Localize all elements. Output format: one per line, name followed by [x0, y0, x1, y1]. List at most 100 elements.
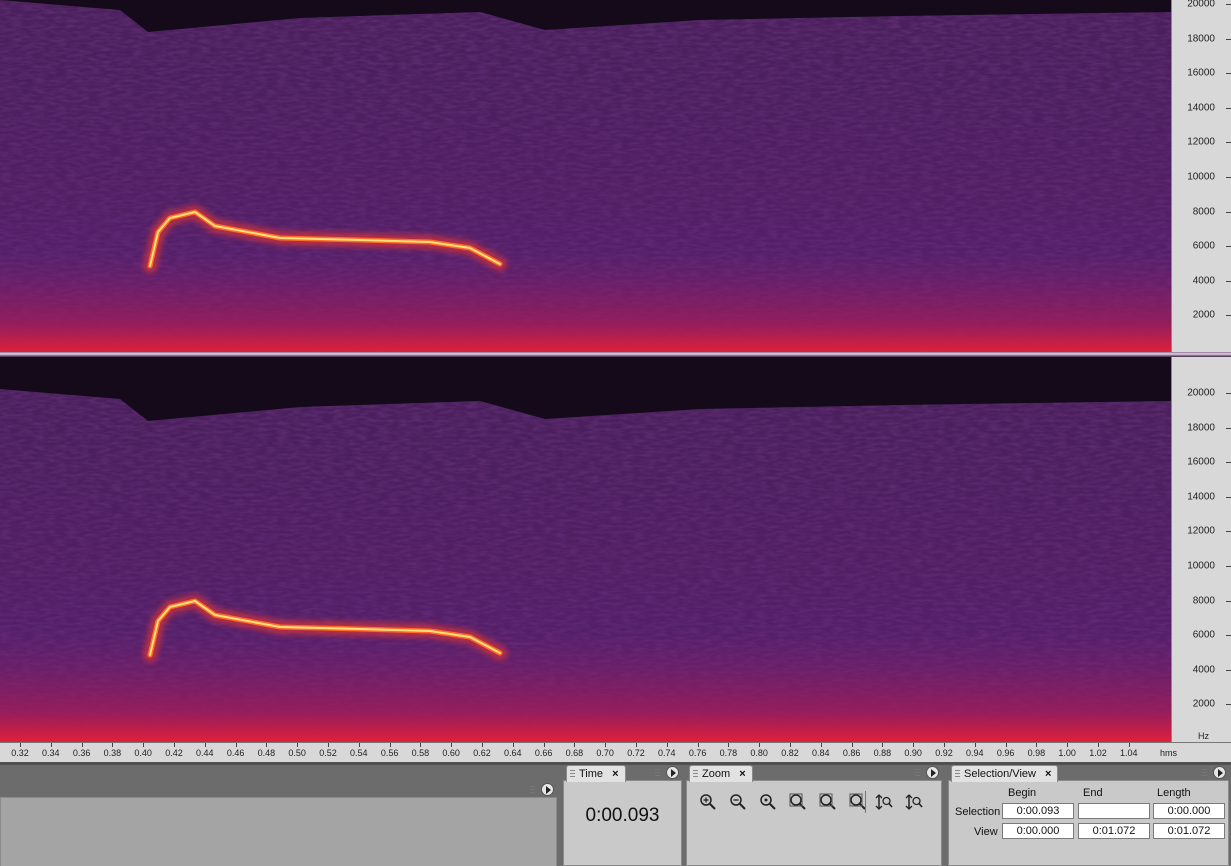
time-tick — [389, 743, 391, 747]
time-tick-label: 1.04 — [1120, 748, 1138, 758]
time-tick — [882, 743, 884, 747]
time-tick — [574, 743, 576, 747]
frequency-tick — [1226, 600, 1231, 602]
time-tick — [358, 743, 360, 747]
selection-view-panel: Selection/View × Begin End Length Select… — [948, 765, 1229, 866]
time-tick-label: 1.02 — [1089, 748, 1107, 758]
close-icon[interactable]: × — [739, 768, 745, 780]
time-tick — [1098, 743, 1099, 747]
panel-menu[interactable] — [1200, 765, 1226, 781]
frequency-tick-label: 4000 — [1192, 275, 1215, 287]
time-tick — [81, 743, 83, 747]
view-row-label: View — [974, 826, 998, 838]
time-tick-label: 0.82 — [781, 748, 799, 758]
begin-header: Begin — [1008, 787, 1037, 799]
time-tick — [1067, 743, 1069, 747]
zoom-selection-icon[interactable] — [787, 791, 809, 813]
time-tick-label: 0.72 — [627, 748, 645, 758]
selection-length-field[interactable]: 0:00.000 — [1153, 803, 1225, 819]
time-tick-label: 0.56 — [380, 748, 399, 758]
selection-row-label: Selection — [955, 806, 1001, 818]
view-begin-field[interactable]: 0:00.000 — [1002, 823, 1074, 839]
time-unit: hms — [1160, 748, 1178, 758]
frequency-tick-label: 12000 — [1187, 525, 1215, 537]
frequency-tick — [1226, 315, 1231, 317]
panel-options-icon[interactable] — [541, 783, 554, 796]
frequency-ruler-1: 20000 18000 16000 14000 12000 10000 8000 6000 40… — [1171, 0, 1231, 352]
grip-icon — [655, 769, 660, 777]
time-tick — [728, 743, 730, 747]
time-tick — [204, 743, 206, 747]
panel-options-icon[interactable] — [666, 766, 679, 779]
time-tick — [297, 743, 299, 747]
time-tick-label: 0.44 — [196, 748, 214, 758]
time-tick — [666, 743, 668, 747]
zoom-previous-icon[interactable] — [817, 791, 839, 813]
panel-options-icon[interactable] — [1213, 766, 1226, 779]
time-tick-label: 0.48 — [257, 748, 276, 758]
frequency-tick-label: 16000 — [1187, 456, 1215, 468]
frequency-tick — [1226, 496, 1231, 498]
time-tick-label: 0.80 — [750, 748, 768, 758]
frequency-tick — [1226, 427, 1231, 429]
zoom-vertical-in-icon[interactable] — [873, 791, 895, 813]
frequency-tick-label: 2000 — [1192, 309, 1215, 321]
view-length-field[interactable]: 0:01.072 — [1153, 823, 1225, 839]
spectrogram-channel-2[interactable] — [0, 357, 1171, 742]
frequency-ruler-2: Hz 20000 18000 16000 14000 12000 10000 8000 600… — [1171, 357, 1231, 742]
time-tick-label: 0.58 — [411, 748, 430, 758]
zoom-out-icon[interactable] — [727, 791, 749, 813]
time-tick — [482, 743, 483, 747]
time-tick-label: 0.54 — [350, 748, 368, 758]
frequency-tick — [1226, 704, 1231, 706]
selection-begin-field[interactable]: 0:00.093 — [1002, 803, 1074, 819]
panel-options-icon[interactable] — [926, 766, 939, 779]
time-tick — [1005, 743, 1007, 747]
tab-selection-view[interactable]: Selection/View × — [951, 765, 1059, 782]
time-tick — [328, 743, 329, 747]
tab-time[interactable]: Time × — [566, 765, 626, 782]
time-tick — [974, 743, 976, 747]
time-tick — [790, 743, 791, 747]
frequency-tick-label: 20000 — [1187, 387, 1215, 399]
tab-label: Zoom — [702, 768, 731, 780]
tab-zoom[interactable]: Zoom × — [689, 765, 753, 782]
length-header: Length — [1157, 787, 1191, 799]
time-tick-label: 0.64 — [504, 748, 522, 758]
time-tick-label: 0.94 — [966, 748, 984, 758]
time-tick — [697, 743, 699, 747]
time-tick — [50, 743, 52, 747]
zoom-fit-icon[interactable] — [757, 791, 779, 813]
close-icon[interactable]: × — [612, 768, 618, 780]
close-icon[interactable]: × — [1045, 768, 1051, 780]
time-tick — [913, 743, 915, 747]
spectrogram-canvas-1 — [0, 0, 1171, 352]
panel-menu[interactable] — [528, 782, 554, 798]
frequency-tick-label: 12000 — [1187, 136, 1215, 148]
time-tick-label: 0.74 — [658, 748, 676, 758]
panel-menu[interactable] — [913, 765, 939, 781]
time-tick — [759, 743, 761, 747]
selection-end-field[interactable] — [1078, 803, 1150, 819]
frequency-tick — [1226, 566, 1231, 567]
frequency-tick-label: 6000 — [1192, 629, 1215, 641]
time-tick-label: 0.88 — [873, 748, 892, 758]
frequency-tick — [1226, 246, 1231, 248]
view-end-field[interactable]: 0:01.072 — [1078, 823, 1150, 839]
frequency-tick — [1226, 393, 1231, 394]
zoom-in-icon[interactable] — [697, 791, 719, 813]
zoom-vertical-out-icon[interactable] — [903, 791, 925, 813]
time-tick — [143, 743, 145, 747]
panel-menu[interactable] — [653, 765, 679, 781]
spectrogram-canvas-2 — [0, 357, 1171, 742]
frequency-tick-label: 14000 — [1187, 102, 1215, 114]
time-tick — [266, 743, 268, 747]
frequency-tick — [1226, 635, 1231, 637]
grip-icon — [693, 770, 698, 778]
frequency-tick-label: 2000 — [1192, 698, 1215, 710]
time-tick — [174, 743, 175, 747]
time-ruler[interactable]: hms 0.32 0.34 0.36 0.38 0.40 0.42 0.44 0.46 0.48… — [0, 742, 1231, 762]
time-tick-label: 1.00 — [1058, 748, 1076, 758]
spectrogram-channel-1[interactable] — [0, 0, 1171, 352]
toolbar-separator — [865, 791, 866, 813]
